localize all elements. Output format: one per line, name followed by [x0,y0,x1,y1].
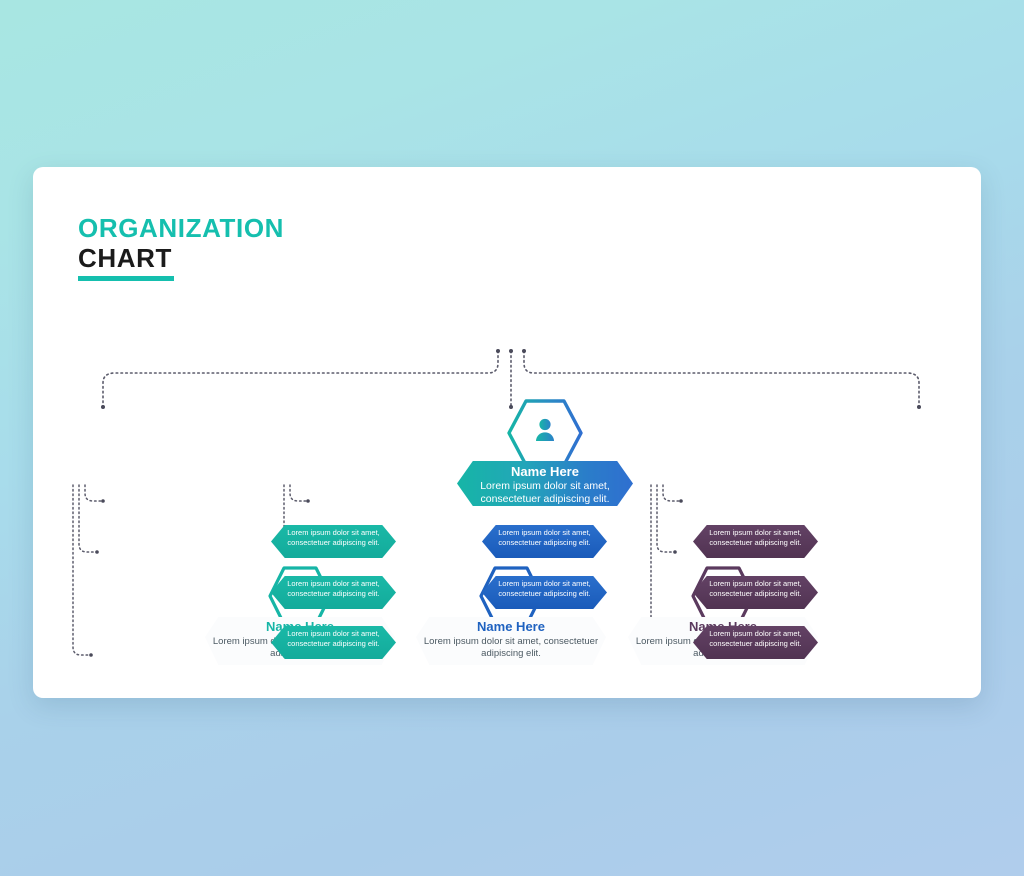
leaf-item-teal-3[interactable]: Lorem ipsum dolor sit amet, consectetuer… [271,626,396,659]
branch-name-blue: Name Here [477,619,545,634]
branch-head-blue: Name Here Lorem ipsum dolor sit amet, co… [416,617,606,665]
root-hexagon [507,399,583,467]
leaf-item-purple-2[interactable]: Lorem ipsum dolor sit amet, consectetuer… [693,576,818,609]
org-chart-card: ORGANIZATION CHART Name Here Lorem ipsum… [33,167,981,698]
leaf-item-blue-2[interactable]: Lorem ipsum dolor sit amet, consectetuer… [482,576,607,609]
leaf-item-purple-3[interactable]: Lorem ipsum dolor sit amet, consectetuer… [693,626,818,659]
title-underline [78,276,174,281]
root-node[interactable]: Name Here Lorem ipsum dolor sit amet, co… [457,398,633,516]
leaf-item-teal-2[interactable]: Lorem ipsum dolor sit amet, consectetuer… [271,576,396,609]
person-icon [536,418,554,441]
title-line-chart: CHART [78,243,172,273]
leaf-item-purple-1[interactable]: Lorem ipsum dolor sit amet, consectetuer… [693,525,818,558]
title-line-organization: ORGANIZATION [78,213,285,243]
root-description: Lorem ipsum dolor sit amet, consectetuer… [480,480,610,505]
leaf-item-teal-1[interactable]: Lorem ipsum dolor sit amet, consectetuer… [271,525,396,558]
leaf-item-blue-1[interactable]: Lorem ipsum dolor sit amet, consectetuer… [482,525,607,558]
page-title: ORGANIZATION CHART [78,213,284,281]
root-name: Name Here [511,464,579,479]
root-banner: Name Here Lorem ipsum dolor sit amet, co… [457,461,633,506]
branch-description-blue: Lorem ipsum dolor sit amet, consectetuer… [423,636,599,659]
